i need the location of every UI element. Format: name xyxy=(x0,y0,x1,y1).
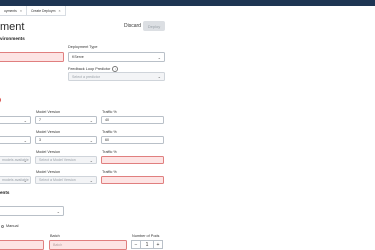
deploy-button[interactable]: Deploy xyxy=(143,21,165,31)
pods-increment-button[interactable]: + xyxy=(153,240,163,249)
pods-label: Number of Pods xyxy=(132,234,160,238)
tab-create-deployment-label: Create Deploym xyxy=(30,8,56,13)
chevron-down-icon: ⌄ xyxy=(23,178,27,183)
batch-value: Batch xyxy=(53,243,63,247)
model-select[interactable]: models available ⌄ xyxy=(0,176,31,184)
pods-decrement-button[interactable]: − xyxy=(131,240,141,249)
batch-label: Batch xyxy=(50,234,60,238)
tab-deployments[interactable]: oyments × xyxy=(0,6,27,15)
model-select[interactable]: ⌄ xyxy=(0,136,31,144)
chevron-down-icon: ⌄ xyxy=(89,158,93,163)
deployment-type-value: KServe xyxy=(72,55,84,59)
model-version-label: Model Version xyxy=(36,150,61,154)
feedback-loop-label-text: Feedback Loop Predictor xyxy=(68,67,111,71)
chevron-down-icon: ⌄ xyxy=(157,74,161,79)
resource-select[interactable]: ⌄ xyxy=(0,206,64,216)
manual-radio[interactable] xyxy=(1,225,4,228)
manual-label: Manual xyxy=(6,224,19,228)
deployment-type-label: Deployment Type xyxy=(68,45,98,49)
page-title: ment xyxy=(0,21,25,33)
feedback-loop-select[interactable]: Select a predictor ⌄ xyxy=(68,72,165,81)
tab-create-deployment[interactable]: Create Deploym × xyxy=(26,6,66,15)
close-icon[interactable]: × xyxy=(58,9,60,13)
model-version-value: Select a Model Version xyxy=(39,158,76,162)
traffic-input[interactable]: 60 xyxy=(101,136,164,144)
discard-button[interactable]: Discard xyxy=(124,23,141,29)
model-version-select[interactable]: Select a Model Version ⌄ xyxy=(35,176,97,184)
traffic-label: Traffic % xyxy=(102,150,117,154)
traffic-input[interactable] xyxy=(101,156,164,164)
name-field[interactable] xyxy=(0,52,64,62)
traffic-label: Traffic % xyxy=(102,110,117,114)
scaling-field[interactable] xyxy=(0,240,44,250)
feedback-loop-placeholder: Select a predictor xyxy=(72,74,100,79)
tab-deployments-label: oyments xyxy=(4,8,17,13)
chevron-down-icon: ⌄ xyxy=(56,209,60,214)
chevron-down-icon: ⌄ xyxy=(89,118,93,123)
model-version-value: 7 xyxy=(39,118,41,122)
traffic-label: Traffic % xyxy=(102,130,117,134)
traffic-value: 40 xyxy=(105,118,109,122)
chevron-down-icon: ⌄ xyxy=(23,138,27,143)
model-select[interactable]: ⌄ xyxy=(0,116,31,124)
chevron-down-icon: ⌄ xyxy=(23,118,27,123)
model-version-value: Select a Model Version xyxy=(39,178,76,182)
model-version-select[interactable]: Select a Model Version ⌄ xyxy=(35,156,97,164)
chevron-down-icon: ⌄ xyxy=(157,55,161,60)
traffic-value: 60 xyxy=(105,138,109,142)
batch-input[interactable]: Batch xyxy=(49,240,127,250)
model-version-label: Model Version xyxy=(36,130,61,134)
traffic-label: Traffic % xyxy=(102,170,117,174)
close-icon[interactable]: × xyxy=(20,9,22,13)
pods-count[interactable]: 1 xyxy=(141,240,153,249)
traffic-input[interactable] xyxy=(101,176,164,184)
model-version-label: Model Version xyxy=(36,170,61,174)
deployment-type-select[interactable]: KServe ⌄ xyxy=(68,52,165,62)
model-version-select[interactable]: 3 ⌄ xyxy=(35,136,97,144)
traffic-input[interactable]: 40 xyxy=(101,116,164,124)
section-environments-heading: vironments xyxy=(0,36,25,41)
chevron-down-icon: ⌄ xyxy=(89,178,93,183)
chevron-down-icon: ⌄ xyxy=(23,158,27,163)
model-version-select[interactable]: 7 ⌄ xyxy=(35,116,97,124)
section-heading: ents xyxy=(0,190,10,195)
error-indicator xyxy=(0,97,1,103)
model-version-value: 3 xyxy=(39,138,41,142)
tab-strip: oyments × Create Deploym × xyxy=(0,6,66,16)
chevron-down-icon: ⌄ xyxy=(89,138,93,143)
model-select[interactable]: models available ⌄ xyxy=(0,156,31,164)
model-version-label: Model Version xyxy=(36,110,61,114)
